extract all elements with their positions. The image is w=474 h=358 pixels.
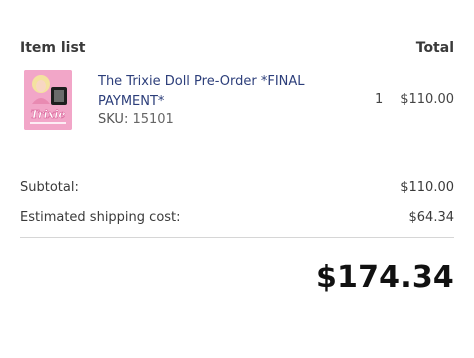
item-quantity: 1 [375, 92, 384, 107]
item-list-heading: Item list [20, 40, 86, 56]
line-item: Trixie The Trixie Doll Pre-Order *FINAL … [20, 70, 454, 132]
product-thumbnail-image: Trixie [24, 70, 72, 130]
order-header: Item list Total [20, 40, 454, 60]
subtotal-label: Subtotal: [20, 180, 79, 195]
product-name-link[interactable]: The Trixie Doll Pre-Order *FINAL PAYMENT… [98, 72, 318, 112]
shipping-row: Estimated shipping cost: $64.34 [20, 210, 454, 228]
subtotal-value: $110.00 [400, 180, 454, 195]
summary-divider [20, 237, 454, 238]
subtotal-row: Subtotal: $110.00 [20, 180, 454, 198]
sku-label: SKU: [98, 112, 129, 127]
product-thumbnail[interactable]: Trixie [24, 70, 72, 130]
sku-value: 15101 [132, 112, 174, 127]
shipping-value: $64.34 [408, 210, 455, 225]
svg-text:Trixie: Trixie [30, 108, 65, 121]
total-heading: Total [415, 40, 454, 56]
item-price: $110.00 [400, 92, 454, 107]
grand-total: $174.34 [315, 260, 454, 295]
product-sku: SKU: 15101 [98, 112, 174, 127]
shipping-label: Estimated shipping cost: [20, 210, 181, 225]
